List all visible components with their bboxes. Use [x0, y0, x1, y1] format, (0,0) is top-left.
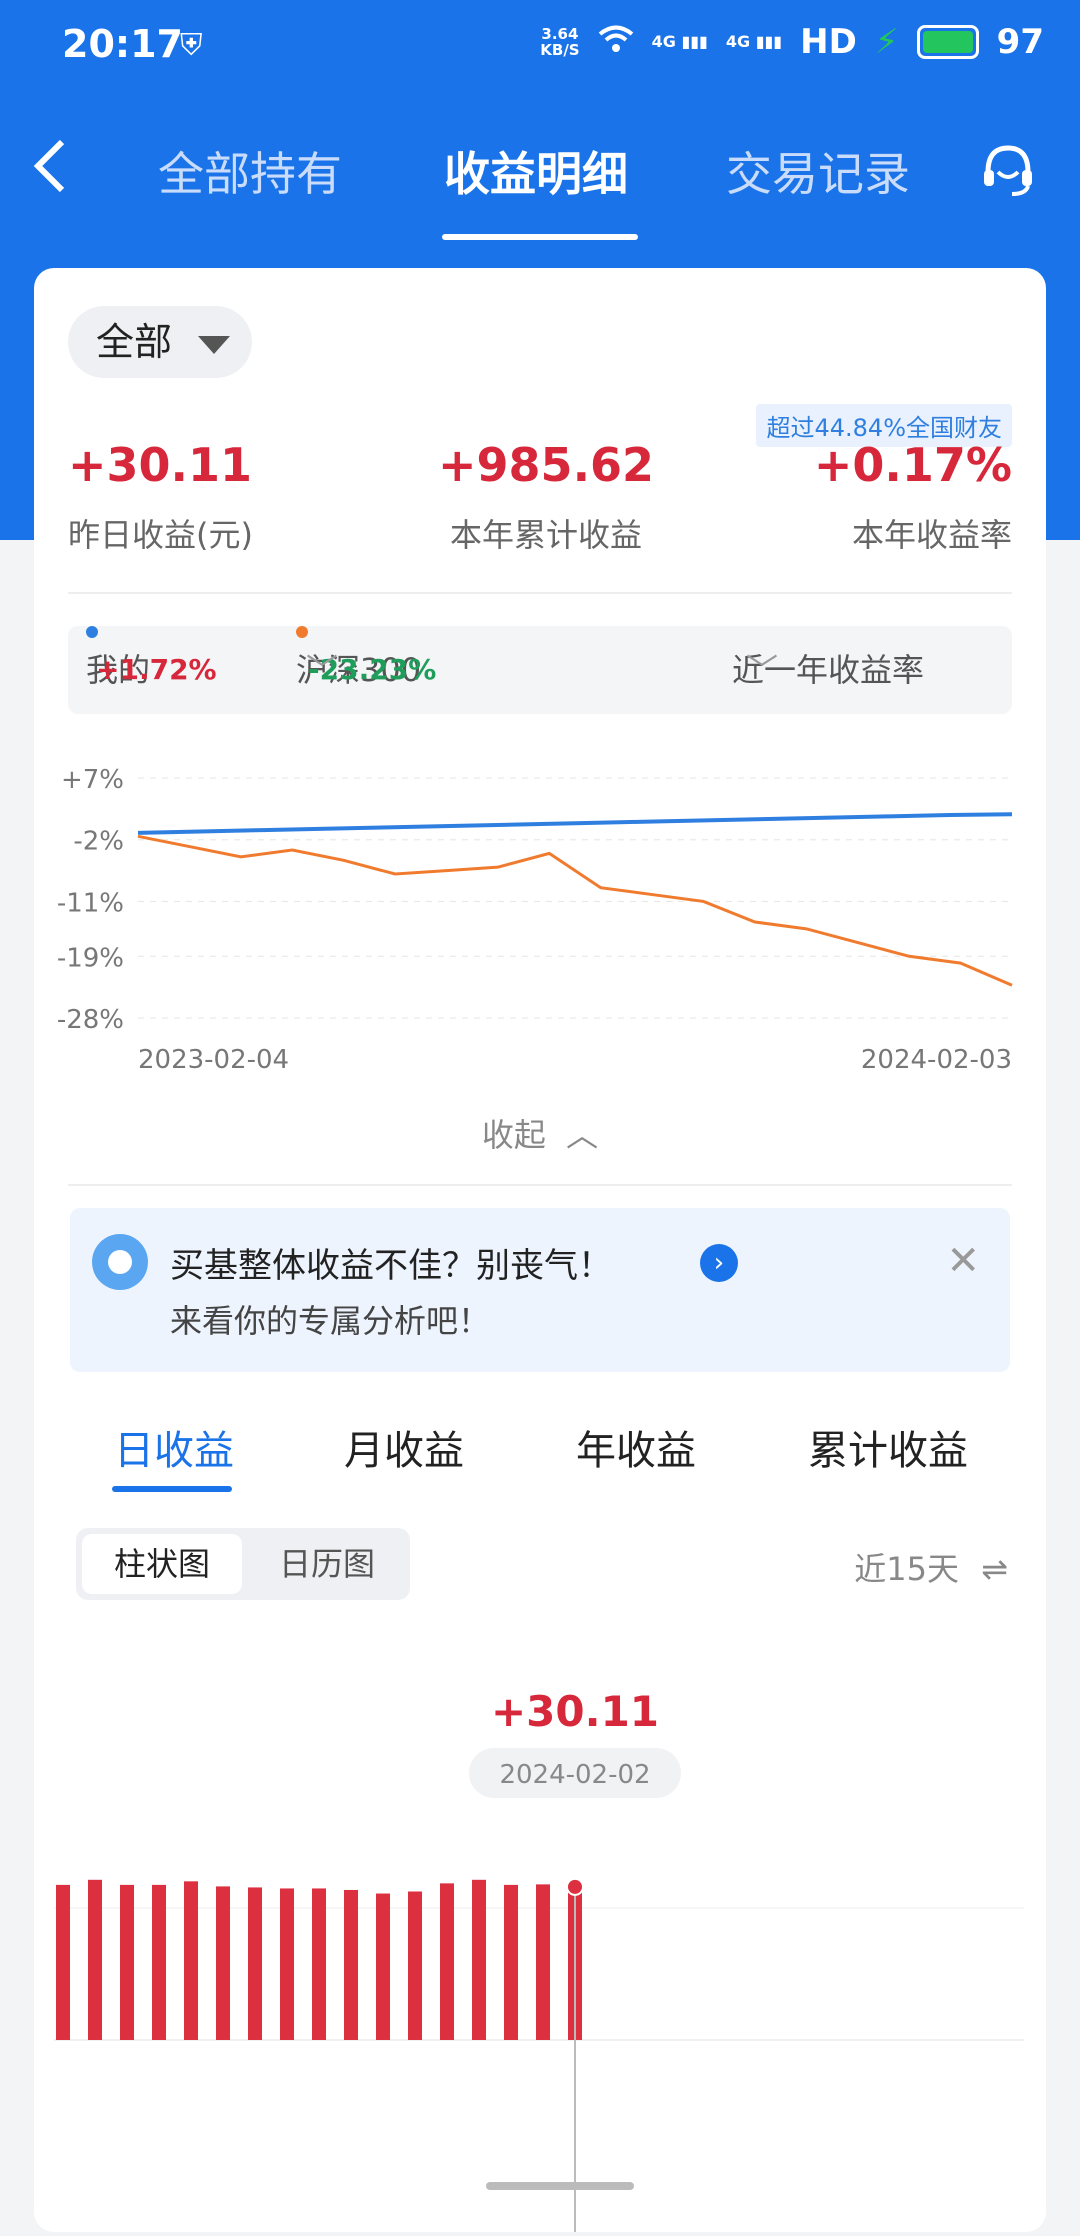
range-selector[interactable]: 近15天 ⇌ — [854, 1544, 1008, 1590]
clock: 20:17 — [62, 22, 183, 66]
bar — [408, 1891, 422, 2040]
mascot-icon — [92, 1234, 148, 1290]
bar — [440, 1883, 454, 2040]
tab-monthly[interactable]: 月收益 — [344, 1418, 464, 1476]
tab-daily[interactable]: 日收益 — [114, 1418, 234, 1476]
earnings-card: 全部 超过44.84%全国财友 +30.11 昨日收益(元) +985.62 本… — [34, 268, 1046, 2232]
y-tick-label: +7% — [61, 765, 124, 795]
swap-icon: ⇌ — [981, 1550, 1008, 1588]
charging-icon: ⚡ — [874, 22, 899, 62]
banner-title: 买基整体收益不佳？别丧气！ — [170, 1246, 612, 1286]
analysis-banner[interactable]: 买基整体收益不佳？别丧气！ › 来看你的专属分析吧！ ✕ — [70, 1208, 1010, 1372]
series-line-csi300 — [137, 834, 1013, 987]
y-tick-label: -11% — [57, 888, 124, 918]
stat-value: +0.17% — [813, 438, 1012, 492]
comparison-bar: 我的 +1.72% 沪深300 -23.23% ﹀ 近一年收益率 ﹀ — [68, 626, 1012, 714]
chevron-down-icon: ﹀ — [746, 651, 779, 689]
series-line-mine — [137, 812, 1013, 835]
tab-cumulative[interactable]: 累计收益 — [808, 1418, 968, 1476]
status-bar: 20:17 ⛨ 3.64 KB/S 4G ▮▮▮ 4G ▮▮▮ HD ⚡ 97 — [0, 0, 1080, 96]
stat-label: 昨日收益(元) — [68, 516, 253, 554]
return-chart: +7% -2% -11% -19% -28% 2023-02-04 2024-02-03 — [34, 738, 1046, 1078]
arrow-right-icon[interactable]: › — [700, 1244, 738, 1282]
stat-value: +30.11 — [68, 438, 253, 492]
battery-icon — [916, 25, 979, 59]
selected-date-label: 2024-02-02 — [499, 1760, 650, 1790]
network-speed: 3.64 KB/S — [540, 25, 580, 59]
stat-yesterday: +30.11 昨日收益(元) — [68, 438, 253, 556]
selected-value-label: +30.11 — [491, 1687, 659, 1736]
tab-earnings-detail[interactable]: 收益明细 — [444, 138, 628, 204]
chevron-down-icon: ﹀ — [306, 651, 339, 689]
chevron-down-icon — [198, 336, 230, 354]
selected-point — [566, 1877, 584, 1896]
period-tabs: 日收益 月收益 年收益 累计收益 — [34, 1418, 1046, 1488]
bar — [504, 1884, 518, 2040]
daily-bar-chart: +30.11 2024-02-02 — [34, 1648, 1046, 2232]
tab-trade-records[interactable]: 交易记录 — [726, 138, 910, 204]
x-tick-label: 2023-02-04 — [138, 1045, 289, 1075]
banner-subtitle: 来看你的专属分析吧！ — [170, 1302, 491, 1340]
y-tick-label: -19% — [57, 943, 124, 973]
home-indicator[interactable] — [486, 2182, 634, 2190]
chevron-up-icon: ︿ — [566, 1116, 599, 1154]
period-tab-indicator — [112, 1486, 232, 1492]
close-icon[interactable]: ✕ — [946, 1238, 980, 1284]
bar — [56, 1884, 70, 2040]
divider — [68, 592, 1012, 594]
bar — [248, 1887, 262, 2040]
bar — [280, 1888, 294, 2040]
y-tick-label: -28% — [57, 1005, 124, 1035]
stat-label: 本年累计收益 — [450, 516, 643, 554]
x-tick-label: 2024-02-03 — [861, 1045, 1012, 1075]
bar — [536, 1884, 550, 2040]
stat-ytd-rate: +0.17% 本年收益率 — [814, 438, 1012, 556]
bar — [184, 1881, 198, 2040]
customer-service-icon[interactable] — [978, 140, 1038, 200]
bar — [344, 1889, 358, 2040]
back-arrow-icon[interactable] — [30, 136, 70, 206]
stat-ytd-earnings: +985.62 本年累计收益 — [438, 438, 654, 556]
bar — [312, 1888, 326, 2040]
top-navigation: 全部持有 收益明细 交易记录 — [0, 96, 1080, 246]
bar — [88, 1879, 102, 2040]
divider — [68, 1184, 1012, 1186]
tab-all-holdings[interactable]: 全部持有 — [158, 138, 342, 204]
hd-label: HD — [800, 22, 857, 62]
active-tab-indicator — [442, 234, 638, 240]
bar — [472, 1879, 486, 2040]
shield-icon: ⛨ — [180, 28, 203, 63]
bar-view-button[interactable]: 柱状图 — [82, 1534, 242, 1594]
y-tick-label: -2% — [73, 827, 124, 857]
bar — [376, 1893, 390, 2040]
stat-label: 本年收益率 — [851, 516, 1012, 554]
view-toggle: 柱状图 日历图 — [76, 1528, 410, 1600]
collapse-button[interactable]: 收起 ︿ — [34, 1110, 1046, 1156]
bar — [216, 1886, 230, 2040]
stat-value: +985.62 — [438, 438, 655, 492]
bar — [120, 1884, 134, 2040]
cell-signal-icon: 4G ▮▮▮ — [651, 32, 708, 51]
wifi-icon — [598, 22, 634, 62]
line-chart-svg: +7% -2% -11% -19% -28% 2023-02-04 2024-02-03 — [57, 765, 1013, 1075]
calendar-view-button[interactable]: 日历图 — [252, 1534, 402, 1594]
battery-level: 97 — [996, 22, 1044, 62]
tab-yearly[interactable]: 年收益 — [576, 1418, 696, 1476]
holding-filter-dropdown[interactable]: 全部 — [68, 306, 252, 378]
bar — [152, 1884, 166, 2040]
cell-signal-icon-2: 4G ▮▮▮ — [725, 32, 783, 51]
bar-chart-svg: +30.11 2024-02-02 — [54, 1687, 1024, 2232]
